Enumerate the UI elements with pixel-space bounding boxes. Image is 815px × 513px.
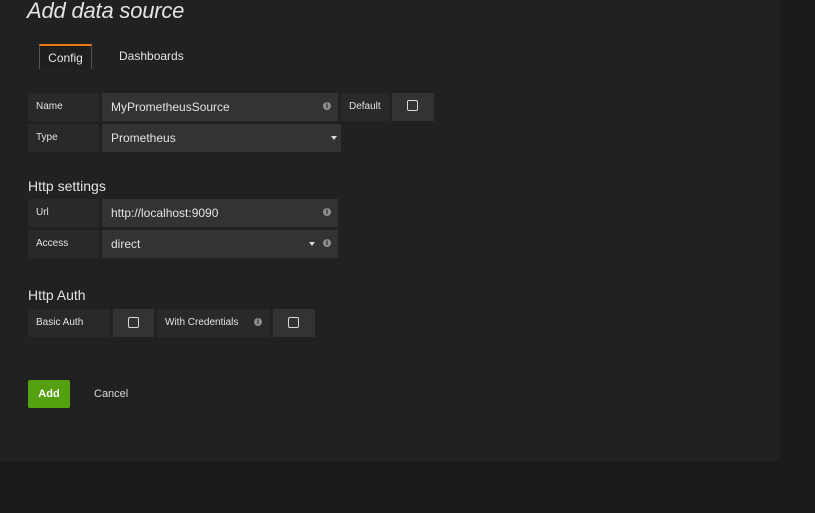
chevron-down-icon [309,242,315,246]
access-select-value: direct [111,237,141,251]
access-label: Access [28,230,99,258]
name-label: Name [28,93,99,121]
basic-auth-checkbox-cell[interactable] [113,309,154,337]
type-select[interactable]: Prometheus [102,124,341,152]
add-button[interactable]: Add [28,380,70,408]
with-credentials-label-text: With Credentials [165,317,239,328]
basic-auth-label: Basic Auth [28,309,110,337]
http-settings-title: Http settings [28,178,106,194]
with-credentials-checkbox[interactable] [288,317,299,328]
with-credentials-label: With Credentials i [157,309,270,337]
name-input-value: MyPrometheusSource [111,100,230,114]
basic-auth-checkbox[interactable] [128,317,139,328]
url-label: Url [28,199,99,227]
default-checkbox[interactable] [407,100,418,111]
default-label: Default [341,93,389,121]
info-icon[interactable]: i [323,239,331,247]
chevron-down-icon [331,136,337,140]
info-icon[interactable]: i [254,318,262,326]
url-input-value: http://localhost:9090 [111,206,219,220]
info-icon[interactable]: i [323,208,331,216]
name-input[interactable]: MyPrometheusSource i [102,93,338,121]
main-panel: Add data source Config Dashboards Name M… [0,0,780,461]
cancel-button[interactable]: Cancel [94,380,128,408]
tab-config[interactable]: Config [39,44,92,69]
info-icon[interactable]: i [323,102,331,110]
default-checkbox-cell[interactable] [392,93,434,121]
http-auth-title: Http Auth [28,287,86,303]
type-select-value: Prometheus [111,131,176,145]
tab-dashboards[interactable]: Dashboards [108,44,195,69]
type-label: Type [28,124,99,152]
url-input[interactable]: http://localhost:9090 i [102,199,338,227]
access-select[interactable]: direct i [102,230,338,258]
with-credentials-checkbox-cell[interactable] [273,309,315,337]
page-title: Add data source [27,0,185,23]
